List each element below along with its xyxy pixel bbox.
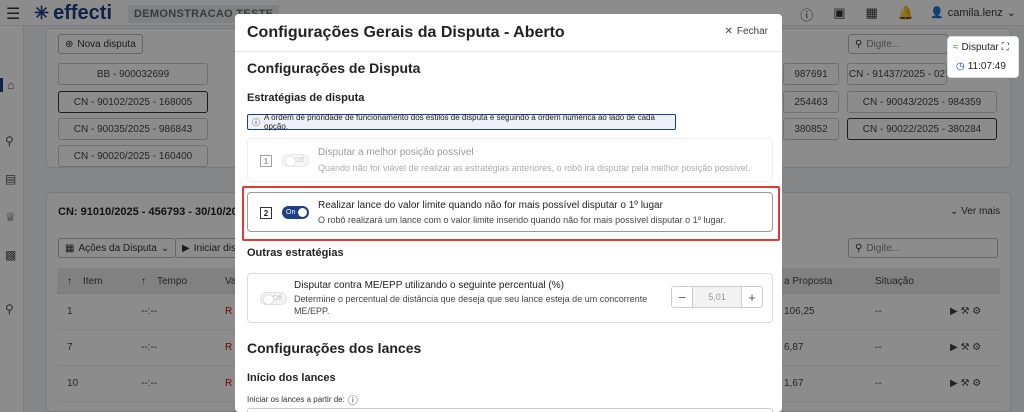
highlight-box — [242, 186, 780, 241]
percentage-value[interactable]: 5,01 — [692, 287, 742, 307]
wifi-icon: ≈ — [953, 42, 959, 53]
option-desc: Quando não for viável de realizar as est… — [318, 163, 751, 173]
modal-title: Configurações Gerais da Disputa - Aberto — [247, 24, 565, 41]
option-title: Disputar contra ME/EPP utilizando o segu… — [294, 280, 564, 291]
other-strategies-title: Outras estratégias — [247, 247, 344, 259]
timer-label: Disputar — [961, 42, 999, 53]
info-text: A ordem de prioridade de funcionamento d… — [264, 113, 655, 131]
help-circle-icon[interactable]: ⓘ — [348, 392, 358, 407]
start-bids-label-row: Iniciar os lances a partir de: ⓘ — [247, 392, 358, 407]
best-position-toggle[interactable]: Off — [282, 154, 309, 167]
modal-header: Configurações Gerais da Disputa - Aberto… — [235, 14, 782, 52]
option-title: Disputar a melhor posição possível — [318, 147, 474, 158]
start-bids-input[interactable] — [247, 408, 773, 412]
close-button[interactable]: ✕ Fechar — [724, 26, 768, 37]
priority-number: 1 — [260, 155, 272, 167]
start-bids-title: Início dos lances — [247, 372, 336, 384]
close-label: Fechar — [736, 26, 768, 37]
increment-button[interactable]: + — [742, 287, 762, 307]
option-desc: Determine o percentual de distância que … — [294, 294, 648, 316]
dispute-timer-widget[interactable]: ≈ Disputar ⛶ ◷ 11:07:49 — [947, 36, 1019, 78]
strategies-title: Estratégias de disputa — [247, 92, 365, 104]
priority-info-banner: ⓘ A ordem de prioridade de funcionamento… — [247, 113, 676, 131]
clock-icon: ◷ — [956, 61, 965, 72]
start-bids-label: Iniciar os lances a partir de: — [247, 395, 345, 404]
decrement-button[interactable]: − — [672, 287, 692, 307]
info-icon: ⓘ — [252, 117, 260, 127]
me-epp-toggle[interactable]: Off — [260, 292, 287, 305]
percentage-stepper[interactable]: − 5,01 + — [671, 286, 763, 308]
close-icon: ✕ — [724, 26, 733, 37]
section-bid-settings: Configurações dos lances — [247, 340, 422, 356]
section-dispute-settings: Configurações de Disputa — [247, 60, 421, 76]
timer-time: 11:07:49 — [967, 61, 1006, 72]
strategy-option-best-position: 1 Off Disputar a melhor posição possível… — [247, 138, 773, 182]
fullscreen-icon[interactable]: ⛶ — [1002, 42, 1009, 53]
